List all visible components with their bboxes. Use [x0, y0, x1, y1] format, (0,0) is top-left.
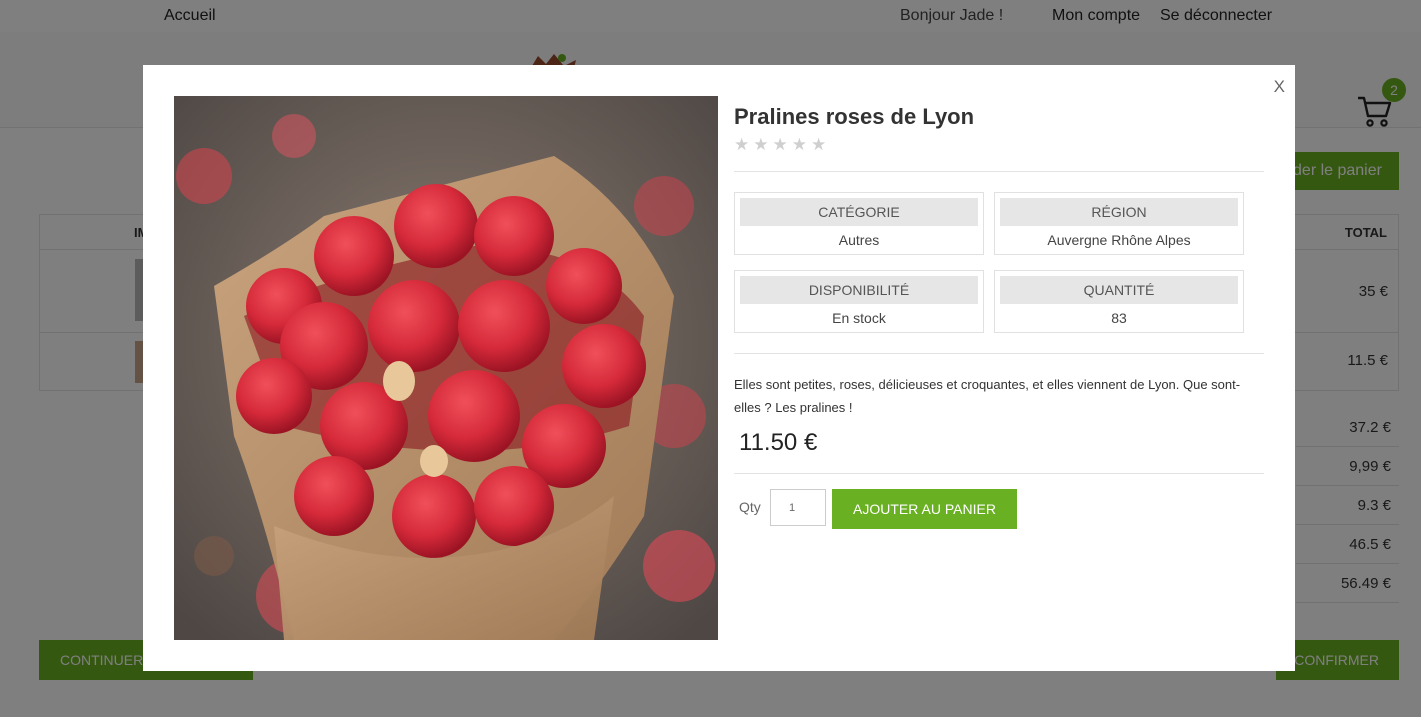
divider [734, 353, 1264, 354]
add-to-cart-button[interactable]: Ajouter au panier [832, 489, 1017, 529]
product-quickview-modal: X Pralines roses de Lyon ★ ★ ★ ★ ★ CATÉG… [143, 65, 1295, 671]
pralines-photo [174, 96, 718, 640]
product-price: 11.50 € [739, 429, 818, 456]
info-quantity: Quantité 83 [994, 270, 1244, 333]
star-icon[interactable]: ★ [773, 135, 788, 155]
info-label: Quantité [1000, 276, 1238, 304]
qty-label: Qty [739, 499, 761, 515]
info-label: Région [1000, 198, 1238, 226]
info-label: Disponibilité [740, 276, 978, 304]
info-value: Auvergne Rhône Alpes [1047, 232, 1191, 248]
rating-stars[interactable]: ★ ★ ★ ★ ★ [734, 135, 826, 155]
star-icon[interactable]: ★ [734, 135, 749, 155]
info-label: Catégorie [740, 198, 978, 226]
star-icon[interactable]: ★ [811, 135, 826, 155]
divider [734, 473, 1264, 474]
info-value: Autres [838, 232, 880, 248]
star-icon[interactable]: ★ [792, 135, 807, 155]
info-value: 83 [1111, 310, 1127, 326]
product-title: Pralines roses de Lyon [734, 104, 975, 129]
info-category: Catégorie Autres [734, 192, 984, 255]
info-value: En stock [832, 310, 886, 326]
info-region: Région Auvergne Rhône Alpes [994, 192, 1244, 255]
quantity-input[interactable] [770, 489, 826, 526]
star-icon[interactable]: ★ [753, 135, 768, 155]
divider [734, 171, 1264, 172]
info-availability: Disponibilité En stock [734, 270, 984, 333]
product-image [174, 96, 718, 640]
close-button[interactable]: X [1274, 77, 1285, 97]
product-description: Elles sont petites, roses, délicieuses e… [734, 377, 1241, 415]
